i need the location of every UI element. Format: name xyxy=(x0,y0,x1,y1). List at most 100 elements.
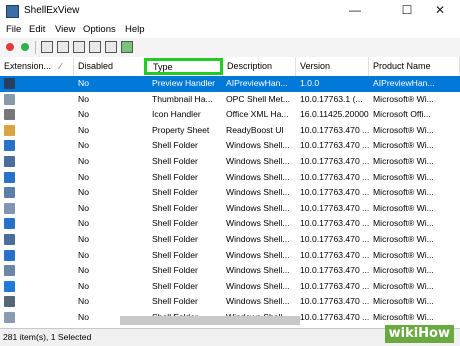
cell-prod: Microsoft® Wi... xyxy=(373,124,434,135)
cell-desc: ReadyBoost UI xyxy=(226,124,284,135)
table-row[interactable]: No Shell Folder Windows Shell... 10.0.17763… xyxy=(0,201,460,217)
table-row[interactable]: No Preview Handler AIPreviewHan... 1.0.0 AIP… xyxy=(0,76,460,92)
menu-file[interactable]: File xyxy=(6,24,21,35)
cell-disabled: No xyxy=(78,124,89,135)
cell-disabled: No xyxy=(78,140,89,151)
menu-view[interactable]: View xyxy=(55,24,75,35)
cell-ver: 1.0.0 xyxy=(300,78,320,88)
cell-disabled: No xyxy=(78,171,89,182)
table-row[interactable]: No Property Sheet ReadyBoost UI 10.0.17763.… xyxy=(0,123,460,139)
col-product-name[interactable]: Product Name xyxy=(369,57,460,76)
cell-prod: Microsoft® Wi... xyxy=(373,171,434,182)
cell-type: Preview Handler xyxy=(152,78,216,88)
extension-icon xyxy=(4,93,15,105)
cell-prod: Microsoft® Wi... xyxy=(373,93,434,104)
menu-edit[interactable]: Edit xyxy=(29,24,45,35)
col-extension[interactable]: Extension... ∕ xyxy=(0,57,74,76)
col-type-label: Type xyxy=(153,62,173,72)
cell-ver: 10.0.17763.470 ... xyxy=(300,187,369,198)
cell-prod: Microsoft® Wi... xyxy=(373,265,434,276)
cell-type: Shell Folder xyxy=(152,187,198,198)
cell-ver: 10.0.17763.470 ... xyxy=(300,171,369,182)
table-row[interactable]: No Thumbnail Ha... OPC Shell Met... 10.0.17… xyxy=(0,92,460,108)
cell-desc: OPC Shell Met... xyxy=(226,93,290,104)
table-row[interactable]: No Shell Folder Windows Shell... 10.0.17763… xyxy=(0,279,460,295)
cell-type: Shell Folder xyxy=(152,140,198,151)
type-column-highlight[interactable]: Type xyxy=(144,58,223,75)
cell-desc: Windows Shell... xyxy=(226,156,290,166)
col-version[interactable]: Version xyxy=(296,57,369,76)
horizontal-scrollbar-thumb[interactable] xyxy=(120,316,300,325)
table-row[interactable]: No Shell Folder Windows Shell... 10.0.17763… xyxy=(0,232,460,248)
maximize-button[interactable]: ☐ xyxy=(392,2,422,19)
cell-prod: Microsoft® Wi... xyxy=(373,234,434,244)
table-row[interactable]: No Shell Folder Windows Shell... 10.0.17763… xyxy=(0,294,460,310)
table-row[interactable]: No Shell Folder Windows Shell... 10.0.17763… xyxy=(0,170,460,186)
extension-icon xyxy=(4,296,15,308)
cell-ver: 10.0.17763.470 ... xyxy=(300,296,369,307)
table-row[interactable]: No Shell Folder Windows Shell... 10.0.17763… xyxy=(0,216,460,232)
close-button[interactable]: ✕ xyxy=(425,2,455,19)
extension-icon xyxy=(4,265,15,277)
cell-type: Thumbnail Ha... xyxy=(152,93,213,104)
cell-desc: Windows Shell... xyxy=(226,140,290,151)
cell-ver: 10.0.17763.470 ... xyxy=(300,265,369,276)
copy-icon[interactable] xyxy=(73,41,85,53)
table-row[interactable]: No Icon Handler Office XML Ha... 16.0.11425… xyxy=(0,107,460,123)
extension-icon xyxy=(4,312,15,323)
menu-options[interactable]: Options xyxy=(83,24,116,35)
properties-icon[interactable] xyxy=(89,41,101,53)
col-description[interactable]: Description xyxy=(223,57,296,76)
col-disabled-label: Disabled xyxy=(78,61,114,71)
cell-disabled: No xyxy=(78,296,89,307)
wikihow-watermark: wikiHow xyxy=(384,325,454,343)
cell-disabled: No xyxy=(78,78,89,88)
col-product-label: Product Name xyxy=(373,61,431,71)
enable-selected-icon[interactable] xyxy=(21,43,29,51)
cell-disabled: No xyxy=(78,218,89,229)
col-version-label: Version xyxy=(300,61,331,71)
cell-desc: Office XML Ha... xyxy=(226,109,289,120)
cell-ver: 10.0.17763.470 ... xyxy=(300,156,369,166)
cell-ver: 10.0.17763.470 ... xyxy=(300,249,369,260)
cell-ver: 10.0.17763.470 ... xyxy=(300,280,369,291)
cell-ver: 16.0.11425.20000 xyxy=(300,109,369,120)
table-row[interactable]: No Shell Folder Windows Shell... 10.0.17763… xyxy=(0,185,460,201)
cell-desc: Windows Shell... xyxy=(226,218,290,229)
extension-icon xyxy=(4,171,15,183)
window-title: ShellExView xyxy=(24,5,80,16)
refresh-icon[interactable] xyxy=(57,41,69,53)
table-row[interactable]: No Shell Folder Windows Shell... 10.0.17763… xyxy=(0,248,460,264)
cell-prod: Microsoft® Wi... xyxy=(373,187,434,198)
cell-type: Shell Folder xyxy=(152,296,198,307)
extension-icon xyxy=(4,234,15,245)
cell-desc: Windows Shell... xyxy=(226,265,290,276)
minimize-button[interactable]: — xyxy=(340,2,370,19)
cell-ver: 10.0.17763.470 ... xyxy=(300,124,369,135)
cell-disabled: No xyxy=(78,265,89,276)
toolbar xyxy=(0,38,460,58)
col-disabled[interactable]: Disabled xyxy=(74,57,148,76)
cell-type: Shell Folder xyxy=(152,249,198,260)
cell-ver: 10.0.17763.470 ... xyxy=(300,234,369,244)
table-row[interactable]: No Shell Folder Windows Shell... 10.0.17763… xyxy=(0,138,460,154)
cell-prod: Microsoft® Wi... xyxy=(373,296,434,307)
cell-type: Shell Folder xyxy=(152,171,198,182)
table-row[interactable]: No Shell Folder Windows Shell... 10.0.17763… xyxy=(0,154,460,170)
cell-type: Shell Folder xyxy=(152,265,198,276)
cell-desc: AIPreviewHan... xyxy=(226,78,288,88)
cell-prod: Microsoft® Wi... xyxy=(373,249,434,260)
extension-icon xyxy=(4,124,15,136)
extension-icon xyxy=(4,280,15,292)
menu-help[interactable]: Help xyxy=(125,24,145,35)
exit-icon[interactable] xyxy=(121,41,133,53)
cell-prod: Microsoft® Wi... xyxy=(373,156,434,166)
table-row[interactable]: No Shell Folder Windows Shell... 10.0.17763… xyxy=(0,263,460,279)
disable-selected-icon[interactable] xyxy=(6,43,14,51)
cell-disabled: No xyxy=(78,93,89,104)
html-report-icon[interactable] xyxy=(105,41,117,53)
cell-disabled: No xyxy=(78,280,89,291)
save-icon[interactable] xyxy=(41,41,53,53)
cell-desc: Windows Shell... xyxy=(226,234,290,244)
cell-ver: 10.0.17763.470 ... xyxy=(300,218,369,229)
